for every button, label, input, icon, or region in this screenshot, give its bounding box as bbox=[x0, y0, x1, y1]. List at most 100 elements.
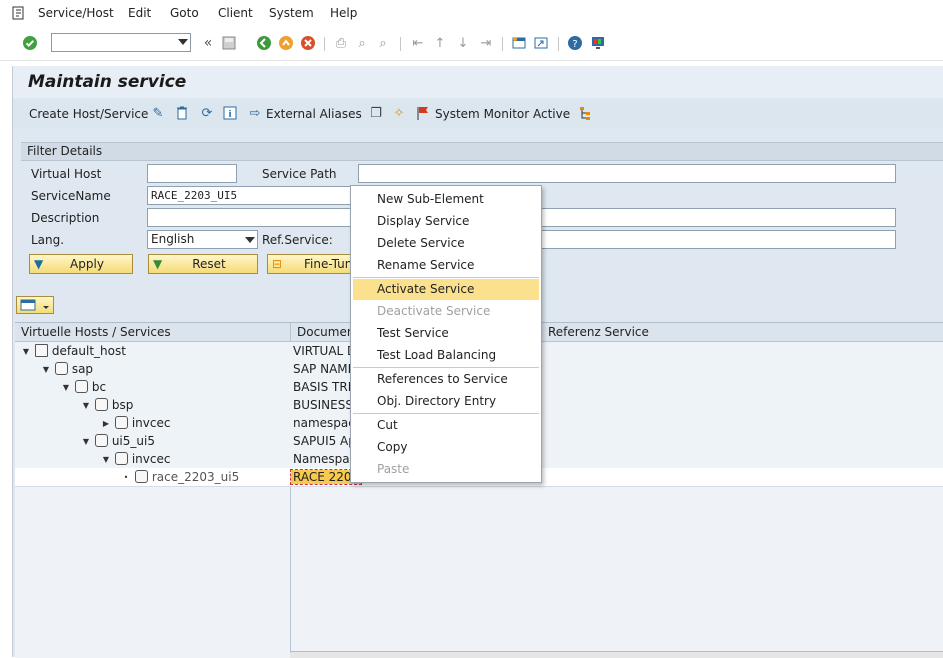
menu-bar: Service/Host Edit Goto Client System Hel… bbox=[0, 0, 943, 28]
collapse-icon[interactable]: « bbox=[200, 35, 216, 51]
toolbar-separator bbox=[502, 37, 503, 51]
menu-item-label: Test Service bbox=[377, 326, 449, 340]
refresh-icon[interactable]: ⟳ bbox=[199, 105, 215, 121]
help-icon[interactable]: ? bbox=[567, 35, 583, 51]
menu-item-rename-service[interactable]: Rename Service bbox=[353, 255, 539, 276]
reset-filter-icon: ▼ bbox=[153, 257, 163, 271]
menu-item-label: Paste bbox=[377, 462, 410, 476]
menu-item-label: Display Service bbox=[377, 214, 470, 228]
page-title: Maintain service bbox=[28, 72, 187, 92]
menu-client[interactable]: Client bbox=[218, 6, 253, 20]
expand-toggle-icon[interactable]: ▼ bbox=[41, 365, 51, 374]
tree-node-label: invcec bbox=[131, 452, 171, 466]
virtual-host-input[interactable] bbox=[147, 164, 237, 183]
arrow-right-icon[interactable]: ⇨ bbox=[247, 105, 263, 121]
external-aliases-button[interactable]: External Aliases bbox=[266, 107, 362, 121]
command-field[interactable] bbox=[51, 33, 191, 52]
expand-toggle-icon[interactable]: ▼ bbox=[81, 401, 91, 410]
row-documentation: SAP NAME bbox=[293, 362, 356, 376]
tree-node-label: bsp bbox=[111, 398, 134, 412]
print-icon[interactable]: ⎙ bbox=[333, 35, 349, 51]
find-next-icon[interactable]: ⌕ bbox=[375, 35, 391, 51]
info-icon[interactable]: i bbox=[222, 105, 238, 121]
first-page-icon[interactable]: ⇤ bbox=[410, 35, 426, 51]
description-label: Description bbox=[31, 211, 100, 225]
collapse-toggle-icon[interactable]: ▶ bbox=[101, 419, 111, 428]
toolbar-separator bbox=[558, 37, 559, 51]
tree-node-label: invcec bbox=[131, 416, 171, 430]
system-menu-icon[interactable] bbox=[12, 6, 26, 20]
flag-icon[interactable] bbox=[415, 105, 431, 121]
context-menu: New Sub-Element Display Service Delete S… bbox=[350, 185, 542, 483]
tree-node-label: bc bbox=[91, 380, 107, 394]
svg-text:i: i bbox=[228, 110, 231, 120]
expand-toggle-icon[interactable]: ▼ bbox=[81, 437, 91, 446]
menu-item-new-sub-element[interactable]: New Sub-Element bbox=[353, 189, 539, 210]
edit-pencil-icon[interactable]: ✎ bbox=[150, 105, 166, 121]
back-icon[interactable] bbox=[256, 35, 272, 51]
magic-wand-icon[interactable]: ✧ bbox=[391, 105, 407, 121]
menu-edit[interactable]: Edit bbox=[128, 6, 151, 20]
menu-item-references-to-service[interactable]: References to Service bbox=[353, 369, 539, 390]
menu-item-label: Copy bbox=[377, 440, 408, 454]
next-page-icon[interactable]: ↓ bbox=[455, 35, 471, 51]
save-icon[interactable] bbox=[221, 35, 237, 51]
chevron-down-icon[interactable] bbox=[245, 237, 255, 243]
system-monitor-active-button[interactable]: System Monitor Active bbox=[435, 107, 570, 121]
tree-node-label: sap bbox=[71, 362, 94, 376]
exit-icon[interactable] bbox=[278, 35, 294, 51]
toolbar-separator bbox=[400, 37, 401, 51]
apply-button[interactable]: ▼ Apply bbox=[29, 254, 133, 274]
menu-item-label: Cut bbox=[377, 418, 398, 432]
menu-service-host[interactable]: Service/Host bbox=[38, 6, 114, 20]
tree-node-label: race_2203_ui5 bbox=[151, 470, 240, 484]
last-page-icon[interactable]: ⇥ bbox=[478, 35, 494, 51]
menu-item-copy[interactable]: Copy bbox=[353, 437, 539, 458]
create-host-service-button[interactable]: Create Host/Service bbox=[29, 107, 148, 121]
shortcut-icon[interactable] bbox=[533, 35, 549, 51]
virtual-host-label: Virtual Host bbox=[31, 167, 102, 181]
menu-item-delete-service[interactable]: Delete Service bbox=[353, 233, 539, 254]
prev-page-icon[interactable]: ↑ bbox=[432, 35, 448, 51]
reset-button[interactable]: ▼ Reset bbox=[148, 254, 258, 274]
menu-item-cut[interactable]: Cut bbox=[353, 415, 539, 436]
customize-layout-icon[interactable] bbox=[590, 35, 606, 51]
column-virtual-hosts[interactable]: Virtuelle Hosts / Services bbox=[21, 325, 171, 339]
delete-trash-icon[interactable] bbox=[174, 105, 190, 121]
filter-icon: ▼ bbox=[34, 257, 44, 271]
menu-divider bbox=[353, 277, 539, 278]
menu-item-test-service[interactable]: Test Service bbox=[353, 323, 539, 344]
menu-item-activate-service[interactable]: Activate Service bbox=[353, 279, 539, 300]
host-icon bbox=[34, 344, 48, 357]
title-bar: Maintain service bbox=[13, 66, 943, 98]
menu-item-label: Rename Service bbox=[377, 258, 475, 272]
row-documentation: Namespac bbox=[293, 452, 357, 466]
service-name-input[interactable]: RACE_2203_UI5 bbox=[147, 186, 367, 205]
expand-toggle-icon[interactable]: ▼ bbox=[101, 455, 111, 464]
menu-item-test-load-balancing[interactable]: Test Load Balancing bbox=[353, 345, 539, 366]
document-icon[interactable]: ❐ bbox=[368, 105, 384, 121]
service-path-input[interactable] bbox=[358, 164, 896, 183]
menu-goto[interactable]: Goto bbox=[170, 6, 199, 20]
service-node-icon bbox=[54, 362, 68, 375]
column-reference-service[interactable]: Referenz Service bbox=[548, 325, 649, 339]
cancel-icon[interactable] bbox=[300, 35, 316, 51]
new-session-icon[interactable] bbox=[511, 35, 527, 51]
expand-toggle-icon[interactable]: ▼ bbox=[61, 383, 71, 392]
menu-help[interactable]: Help bbox=[330, 6, 357, 20]
column-documentation[interactable]: Documen bbox=[297, 325, 354, 339]
enter-check-icon[interactable] bbox=[22, 35, 38, 51]
menu-item-display-service[interactable]: Display Service bbox=[353, 211, 539, 232]
language-value: English bbox=[151, 232, 195, 246]
expand-toggle-icon[interactable]: ▼ bbox=[21, 347, 31, 356]
find-icon[interactable]: ⌕ bbox=[354, 35, 370, 51]
language-select[interactable]: English bbox=[147, 230, 258, 249]
chevron-down-icon[interactable] bbox=[178, 39, 188, 45]
layout-button[interactable] bbox=[16, 296, 54, 314]
menu-item-obj-directory-entry[interactable]: Obj. Directory Entry bbox=[353, 391, 539, 412]
row-documentation: namespac bbox=[293, 416, 355, 430]
menu-system[interactable]: System bbox=[269, 6, 314, 20]
hierarchy-icon[interactable] bbox=[577, 105, 593, 121]
menu-divider bbox=[353, 367, 539, 368]
service-node-icon bbox=[134, 470, 148, 483]
